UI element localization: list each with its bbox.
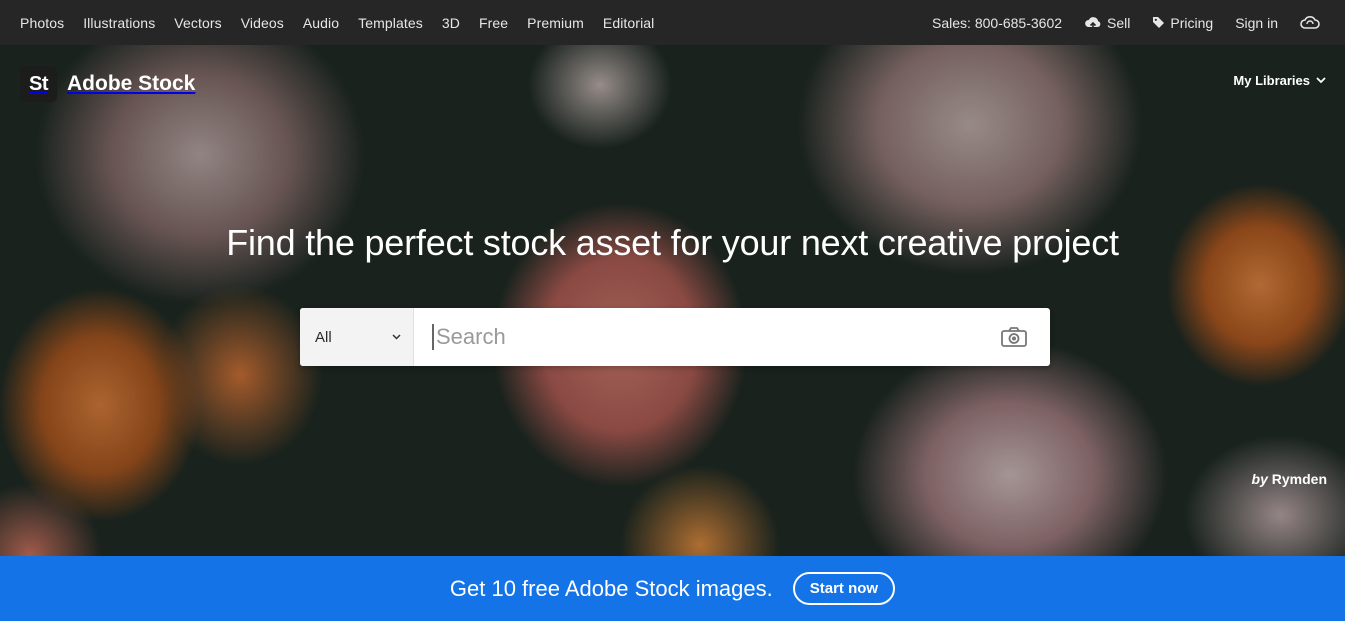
my-libraries-label: My Libraries xyxy=(1233,73,1310,88)
nav-link-illustrations[interactable]: Illustrations xyxy=(83,15,155,31)
category-select[interactable]: All xyxy=(300,308,414,366)
top-nav: Photos Illustrations Vectors Videos Audi… xyxy=(0,0,1345,45)
search-input[interactable] xyxy=(432,324,978,350)
my-libraries-menu[interactable]: My Libraries xyxy=(1233,73,1326,88)
nav-link-vectors[interactable]: Vectors xyxy=(174,15,221,31)
adobe-stock-logo: St xyxy=(20,66,57,102)
sales-phone: Sales: 800-685-3602 xyxy=(932,14,1063,31)
creative-cloud-icon xyxy=(1300,15,1320,29)
tag-icon xyxy=(1153,17,1165,28)
signin-link[interactable]: Sign in xyxy=(1235,15,1278,31)
creative-cloud-button[interactable] xyxy=(1300,15,1325,31)
account-links: Sales: 800-685-3602 Sell Pricing Sign in xyxy=(932,15,1325,31)
search-bar: All xyxy=(300,308,1050,366)
nav-link-free[interactable]: Free xyxy=(479,15,508,31)
camera-icon xyxy=(1001,327,1027,347)
credit-author-link[interactable]: Rymden xyxy=(1272,471,1327,487)
sell-link[interactable]: Sell xyxy=(1084,15,1130,31)
chevron-down-icon xyxy=(1316,77,1326,84)
adobe-stock-logo-link[interactable]: St Adobe Stock xyxy=(20,66,195,102)
credit-prefix: by xyxy=(1251,471,1268,487)
start-now-button[interactable]: Start now xyxy=(792,572,896,605)
category-select-value: All xyxy=(315,328,332,346)
chevron-down-icon xyxy=(392,334,401,340)
hero-headline: Find the perfect stock asset for your ne… xyxy=(226,222,1119,263)
pricing-link[interactable]: Pricing xyxy=(1152,15,1213,31)
category-links: Photos Illustrations Vectors Videos Audi… xyxy=(20,15,673,31)
nav-link-3d[interactable]: 3D xyxy=(442,15,460,31)
nav-link-photos[interactable]: Photos xyxy=(20,15,64,31)
visual-search-button[interactable] xyxy=(978,308,1050,366)
hero-section: St Adobe Stock My Libraries Find the per… xyxy=(0,45,1345,556)
nav-link-videos[interactable]: Videos xyxy=(241,15,284,31)
promo-message: Get 10 free Adobe Stock images. xyxy=(449,575,773,601)
nav-link-premium[interactable]: Premium xyxy=(527,15,584,31)
sell-label: Sell xyxy=(1107,14,1131,31)
brand-name: Adobe Stock xyxy=(67,72,196,95)
nav-link-audio[interactable]: Audio xyxy=(303,15,339,31)
upload-cloud-icon xyxy=(1085,16,1101,30)
pricing-label: Pricing xyxy=(1170,14,1214,31)
photo-credit: by Rymden xyxy=(1252,471,1327,487)
nav-link-templates[interactable]: Templates xyxy=(358,15,423,31)
promo-banner: Get 10 free Adobe Stock images. Start no… xyxy=(0,556,1345,621)
nav-link-editorial[interactable]: Editorial xyxy=(603,15,654,31)
